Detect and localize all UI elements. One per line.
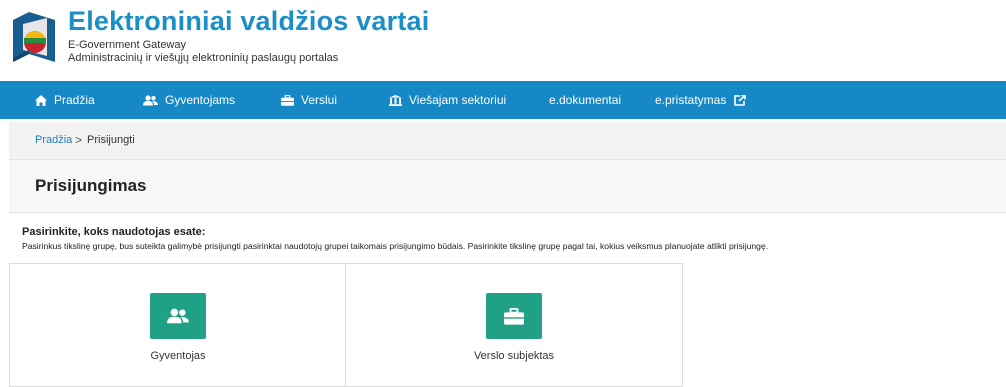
option-tile[interactable] — [486, 293, 542, 339]
nav-item-label: Verslui — [301, 93, 338, 107]
nav-item-e-delivery[interactable]: e.pristatymas — [655, 81, 747, 119]
option-card-resident[interactable]: Gyventojas — [9, 263, 347, 387]
briefcase-icon — [504, 307, 524, 325]
nav-item-business[interactable]: Verslui — [281, 81, 337, 119]
option-label[interactable]: Verslo subjektas — [346, 350, 682, 362]
instruction-heading: Pasirinkite, koks naudotojas esate: — [22, 226, 206, 238]
option-label[interactable]: Gyventojas — [10, 350, 346, 362]
site-title[interactable]: Elektroniniai valdžios vartai — [68, 6, 429, 37]
site-subtitle-lt: Administracinių ir viešųjų elektroninių … — [68, 52, 339, 64]
nav-item-label: Pradžia — [54, 93, 95, 107]
breadcrumb-separator: > — [75, 133, 83, 147]
briefcase-icon — [281, 94, 294, 106]
nav-item-label: Viešajam sektoriui — [409, 93, 507, 107]
home-icon — [35, 94, 47, 106]
institution-icon — [389, 94, 402, 106]
nav-item-label: Gyventojams — [165, 93, 236, 107]
option-card-business[interactable]: Verslo subjektas — [345, 263, 683, 387]
users-icon — [143, 94, 158, 105]
site-header: Elektroniniai valdžios vartai E-Governme… — [0, 0, 1006, 80]
site-subtitle-en: E-Government Gateway — [68, 39, 186, 51]
nav-item-label: e.dokumentai — [549, 93, 622, 107]
nav-item-label: e.pristatymas — [655, 93, 727, 107]
gateway-logo[interactable] — [9, 10, 59, 64]
nav-item-e-documents[interactable]: e.dokumentai — [549, 81, 621, 119]
users-icon — [167, 308, 189, 324]
breadcrumb-home-link[interactable]: Pradžia — [35, 134, 72, 146]
instruction-text: Pasirinkus tikslinę grupę, bus suteikta … — [22, 241, 769, 251]
breadcrumb-current: Prisijungti — [87, 134, 135, 146]
breadcrumb: Pradžia > Prisijungti — [9, 122, 1006, 160]
page-title-panel: Prisijungimas — [9, 160, 1006, 213]
page-title: Prisijungimas — [35, 176, 147, 195]
nav-item-home[interactable]: Pradžia — [35, 81, 95, 119]
nav-item-public-sector[interactable]: Viešajam sektoriui — [389, 81, 506, 119]
external-link-icon — [734, 94, 747, 106]
option-tile[interactable] — [150, 293, 206, 339]
nav-item-residents[interactable]: Gyventojams — [143, 81, 235, 119]
main-nav: Pradžia Gyventojams Verslui Viešajam sek… — [0, 81, 1006, 119]
